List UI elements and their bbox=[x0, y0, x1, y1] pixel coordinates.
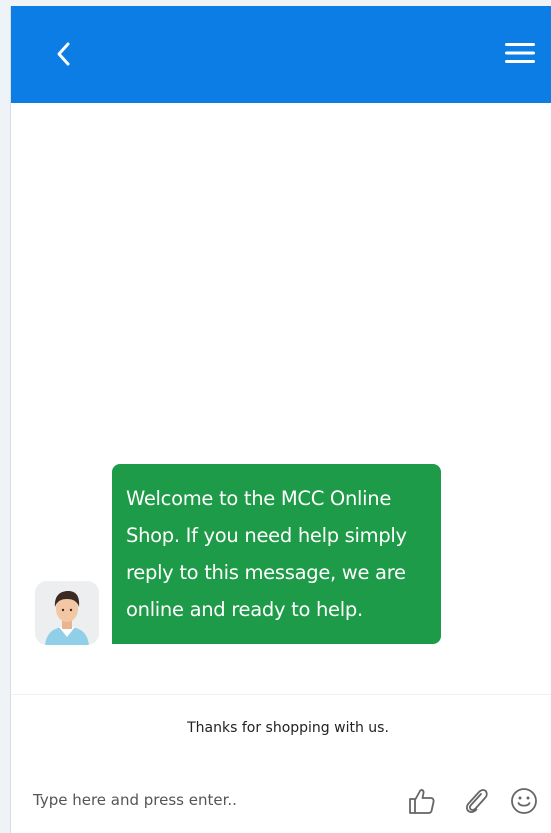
chat-header bbox=[11, 6, 551, 103]
message-bubble: Welcome to the MCC Online Shop. If you n… bbox=[112, 464, 441, 644]
person-avatar-icon bbox=[35, 581, 99, 645]
message-input[interactable] bbox=[33, 786, 393, 814]
emoji-icon bbox=[511, 788, 537, 814]
paperclip-icon bbox=[466, 789, 488, 813]
footer-note: Thanks for shopping with us. bbox=[187, 720, 389, 736]
like-button[interactable] bbox=[405, 784, 439, 818]
hamburger-menu-icon bbox=[505, 43, 535, 63]
attach-button[interactable] bbox=[459, 784, 493, 818]
back-button[interactable] bbox=[49, 36, 77, 72]
agent-avatar bbox=[35, 581, 99, 645]
divider bbox=[11, 694, 551, 695]
message-composer bbox=[11, 770, 551, 830]
chevron-left-icon bbox=[57, 42, 70, 66]
chat-widget: Welcome to the MCC Online Shop. If you n… bbox=[10, 6, 551, 833]
message-list[interactable]: Welcome to the MCC Online Shop. If you n… bbox=[11, 103, 551, 693]
emoji-button[interactable] bbox=[507, 784, 541, 818]
thumbs-up-icon bbox=[409, 789, 435, 814]
menu-button[interactable] bbox=[503, 38, 537, 68]
